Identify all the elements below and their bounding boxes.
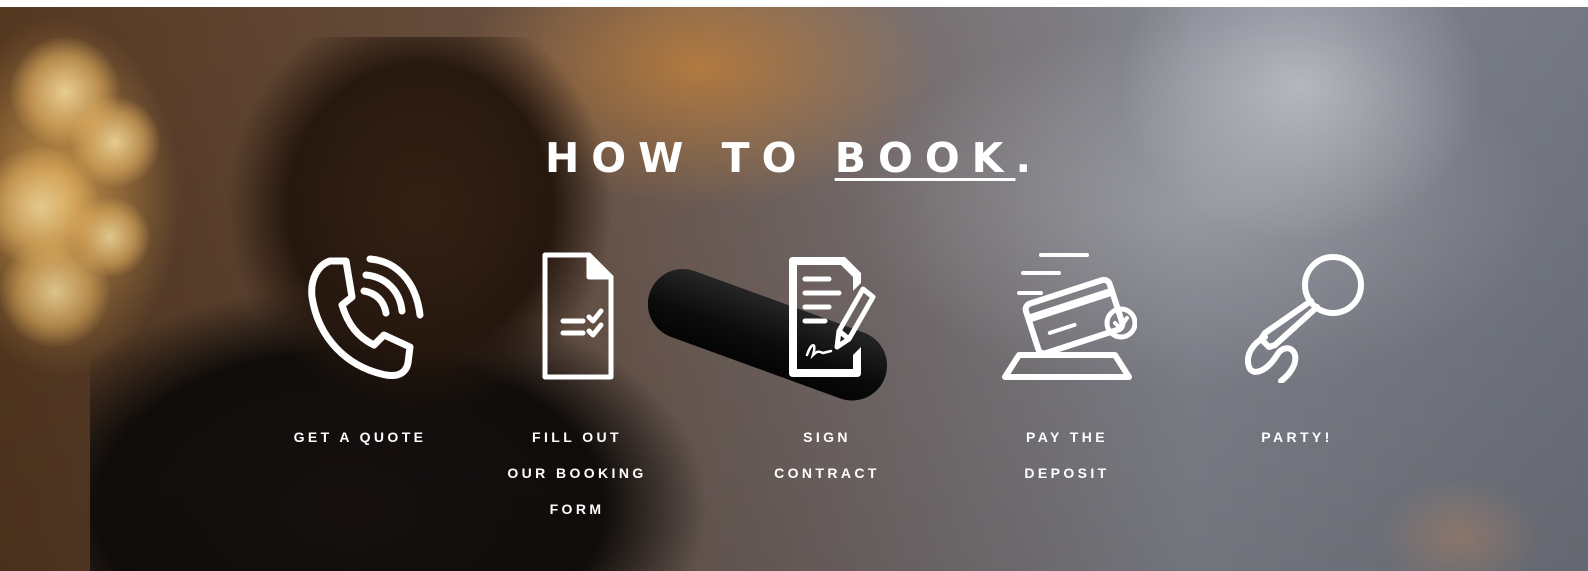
microphone-icon [1245,254,1364,383]
how-to-book-section: HOW TO BOOK. GET A QUOTE FILL OUT OUR BO… [0,7,1588,571]
step-label: PAY THE DEPOSIT [977,410,1157,500]
step-label: PARTY! [1207,410,1387,464]
step-fill-out-form: FILL OUT OUR BOOKING FORM [487,251,667,536]
step-label-line: OUR BOOKING [507,465,647,481]
step-label: GET A QUOTE [270,410,450,464]
heading-prefix: HOW TO [544,134,835,182]
step-label-line: FORM [549,501,605,517]
step-sign-contract: SIGN CONTRACT [737,251,917,500]
signed-contract-icon [789,257,876,377]
section-heading: HOW TO BOOK. [0,131,1588,185]
step-label: FILL OUT OUR BOOKING FORM [487,410,667,536]
step-pay-deposit: PAY THE DEPOSIT [977,251,1157,500]
step-label-line: PAY THE [1026,429,1108,445]
step-label-line: FILL OUT [532,429,622,445]
step-label: SIGN CONTRACT [737,410,917,500]
checklist-document-icon [542,252,614,380]
heading-highlight-book: BOOK [834,134,1016,182]
heading-suffix: . [1015,134,1044,182]
step-party: PARTY! [1207,251,1387,464]
step-label-line: SIGN [803,429,851,445]
card-payment-icon [1002,253,1137,380]
step-label-line: GET A QUOTE [293,429,427,445]
step-label-line: PARTY! [1261,429,1333,445]
step-label-line: CONTRACT [774,465,880,481]
step-label-line: DEPOSIT [1024,465,1110,481]
step-get-quote: GET A QUOTE [270,251,450,464]
phone-call-icon [308,255,424,379]
page: HOW TO BOOK. GET A QUOTE FILL OUT OUR BO… [0,0,1588,571]
